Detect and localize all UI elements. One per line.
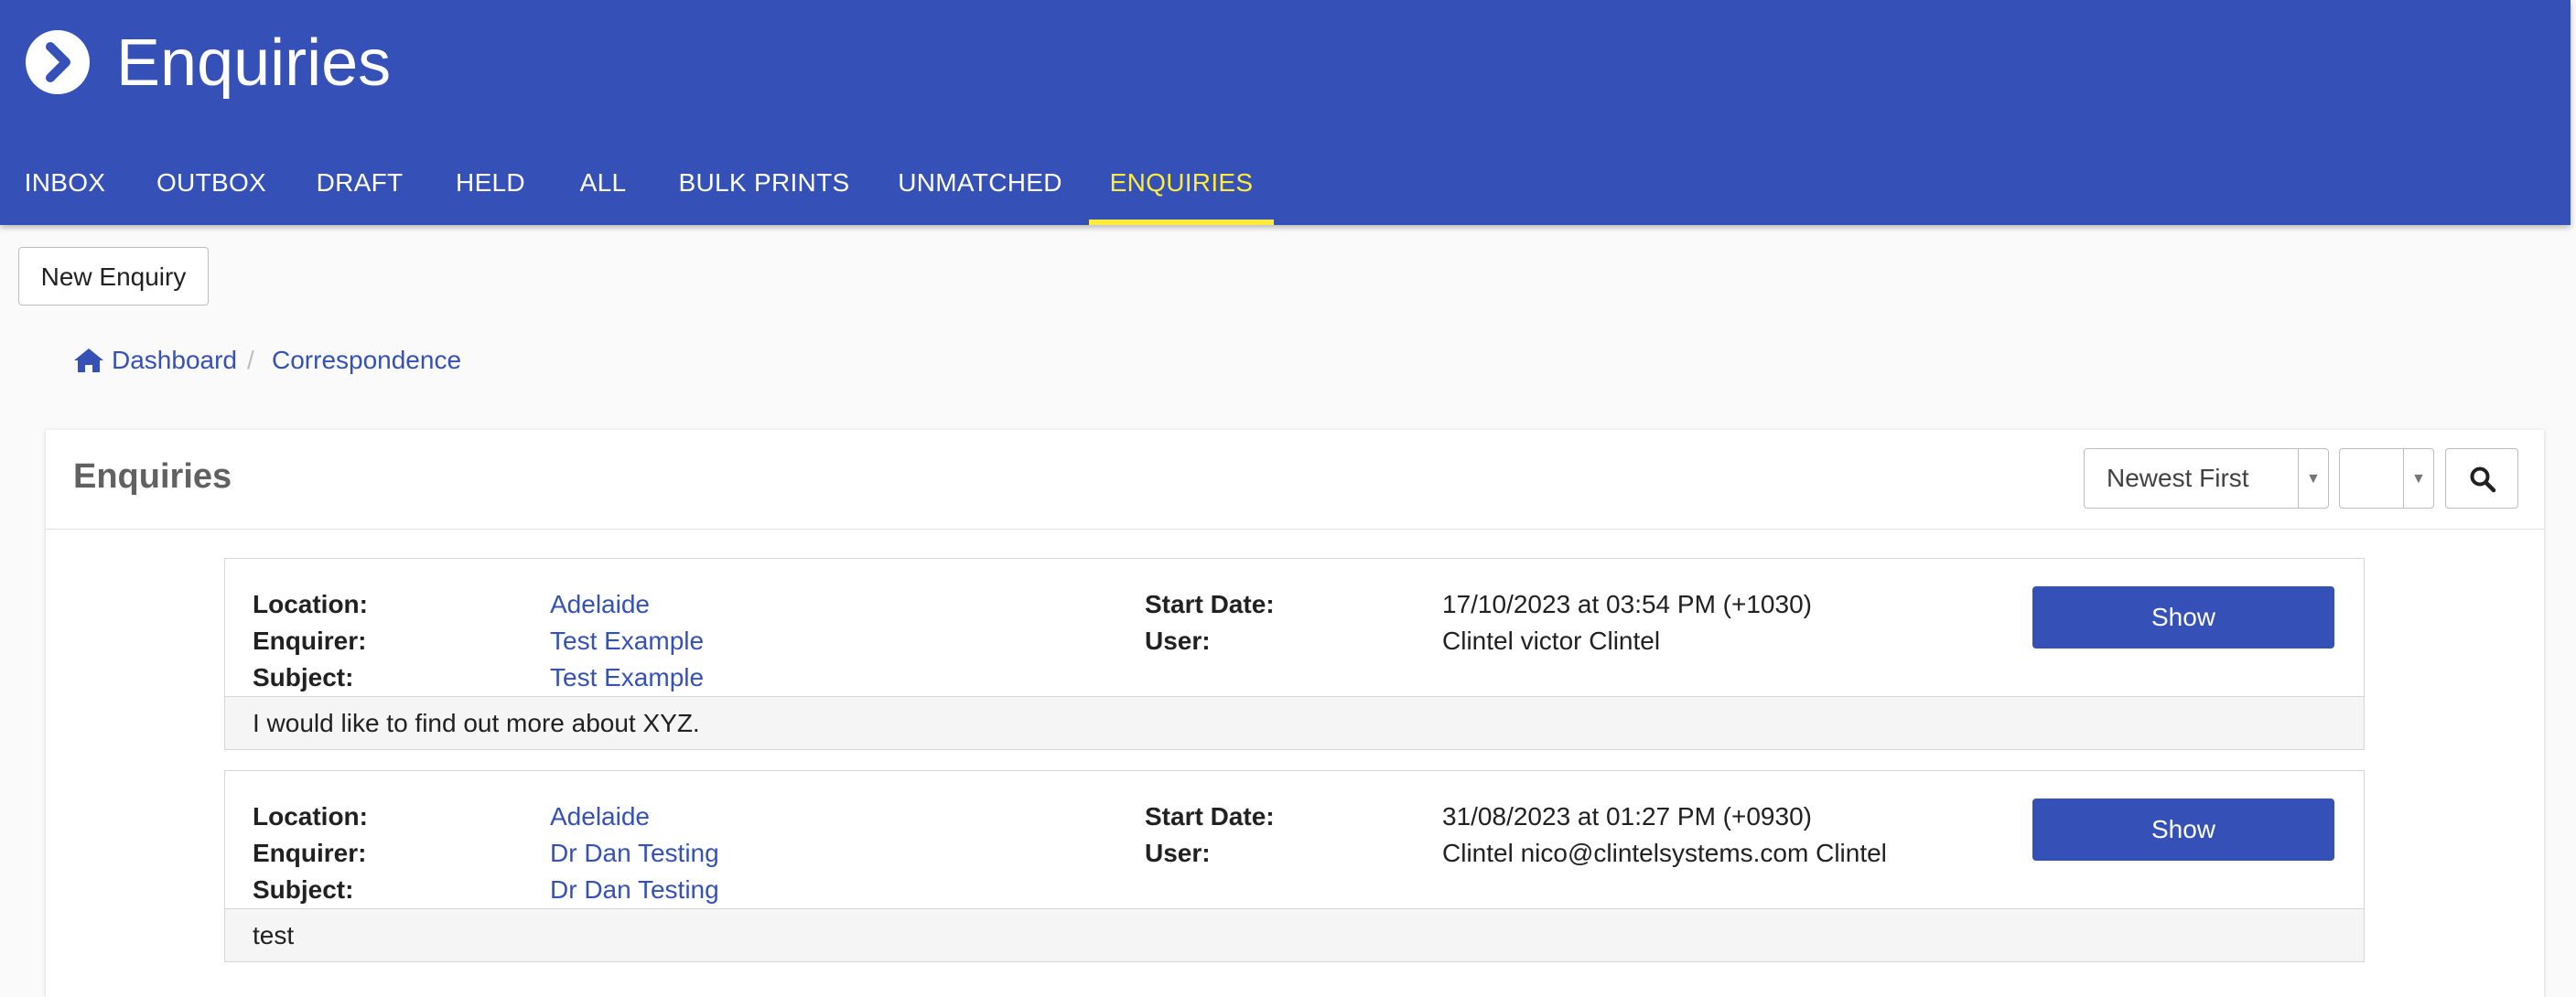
location-label: Location: — [253, 590, 368, 618]
sort-select[interactable]: Newest First ▼ — [2084, 448, 2329, 509]
subject-link[interactable]: Test Example — [550, 659, 704, 696]
subject-label: Subject: — [253, 663, 354, 691]
breadcrumb-dashboard[interactable]: Dashboard — [112, 342, 237, 379]
app-header: Enquiries INBOX OUTBOX DRAFT HELD ALL BU… — [0, 0, 2571, 225]
enquirer-link[interactable]: Test Example — [550, 623, 704, 659]
enquiry-card: Location: Adelaide Enquirer: Test Exampl… — [224, 558, 2365, 750]
panel-title: Enquiries — [73, 457, 232, 496]
enquirer-link[interactable]: Dr Dan Testing — [550, 835, 719, 872]
enquiry-message: test — [225, 908, 2364, 961]
sort-select-value: Newest First — [2107, 464, 2249, 492]
tab-enquiries[interactable]: ENQUIRIES — [1089, 157, 1274, 225]
start-date-value: 31/08/2023 at 01:27 PM (+0930) — [1442, 802, 1812, 831]
tab-unmatched[interactable]: UNMATCHED — [886, 157, 1074, 225]
breadcrumb-correspondence[interactable]: Correspondence — [272, 342, 461, 379]
filter-select[interactable]: ▼ — [2339, 448, 2434, 509]
divider — [2298, 449, 2299, 508]
start-date-label: Start Date: — [1145, 590, 1275, 618]
user-value: Clintel victor Clintel — [1442, 627, 1661, 655]
tab-outbox[interactable]: OUTBOX — [146, 157, 276, 225]
start-date-value: 17/10/2023 at 03:54 PM (+1030) — [1442, 590, 1812, 618]
home-icon — [74, 348, 103, 372]
breadcrumb-separator: / — [247, 346, 254, 374]
enquiry-message: I would like to find out more about XYZ. — [225, 696, 2364, 749]
caret-down-icon: ▼ — [2411, 471, 2426, 487]
tab-held[interactable]: HELD — [439, 157, 542, 225]
chevron-right-circle-icon[interactable] — [26, 30, 90, 94]
enquirer-label: Enquirer: — [253, 627, 367, 655]
divider — [2403, 449, 2404, 508]
subject-link[interactable]: Dr Dan Testing — [550, 872, 719, 908]
subject-label: Subject: — [253, 875, 354, 904]
caret-down-icon: ▼ — [2306, 471, 2321, 487]
enquiry-message-text: I would like to find out more about XYZ. — [253, 709, 700, 737]
location-link[interactable]: Adelaide — [550, 586, 650, 623]
tab-draft[interactable]: DRAFT — [293, 157, 426, 225]
enquiry-message-text: test — [253, 921, 295, 949]
location-label: Location: — [253, 802, 368, 831]
new-enquiry-button[interactable]: New Enquiry — [18, 247, 209, 306]
show-button[interactable]: Show — [2032, 799, 2334, 861]
enquirer-label: Enquirer: — [253, 839, 367, 867]
enquiry-card: Location: Adelaide Enquirer: Dr Dan Test… — [224, 770, 2365, 962]
tab-bulk-prints[interactable]: BULK PRINTS — [670, 157, 858, 225]
user-label: User: — [1145, 627, 1211, 655]
show-button[interactable]: Show — [2032, 586, 2334, 649]
search-icon — [2470, 466, 2496, 493]
user-label: User: — [1145, 839, 1211, 867]
tab-inbox[interactable]: INBOX — [0, 157, 130, 225]
location-link[interactable]: Adelaide — [550, 799, 650, 835]
panel-header: Enquiries Newest First ▼ ▼ — [46, 430, 2544, 530]
tab-all[interactable]: ALL — [564, 157, 642, 225]
user-value: Clintel nico@clintelsystems.com Clintel — [1442, 839, 1887, 867]
enquiries-panel: Enquiries Newest First ▼ ▼ Location: Ade… — [46, 430, 2544, 997]
page-title: Enquiries — [116, 27, 392, 100]
start-date-label: Start Date: — [1145, 802, 1275, 831]
search-button[interactable] — [2445, 448, 2518, 509]
